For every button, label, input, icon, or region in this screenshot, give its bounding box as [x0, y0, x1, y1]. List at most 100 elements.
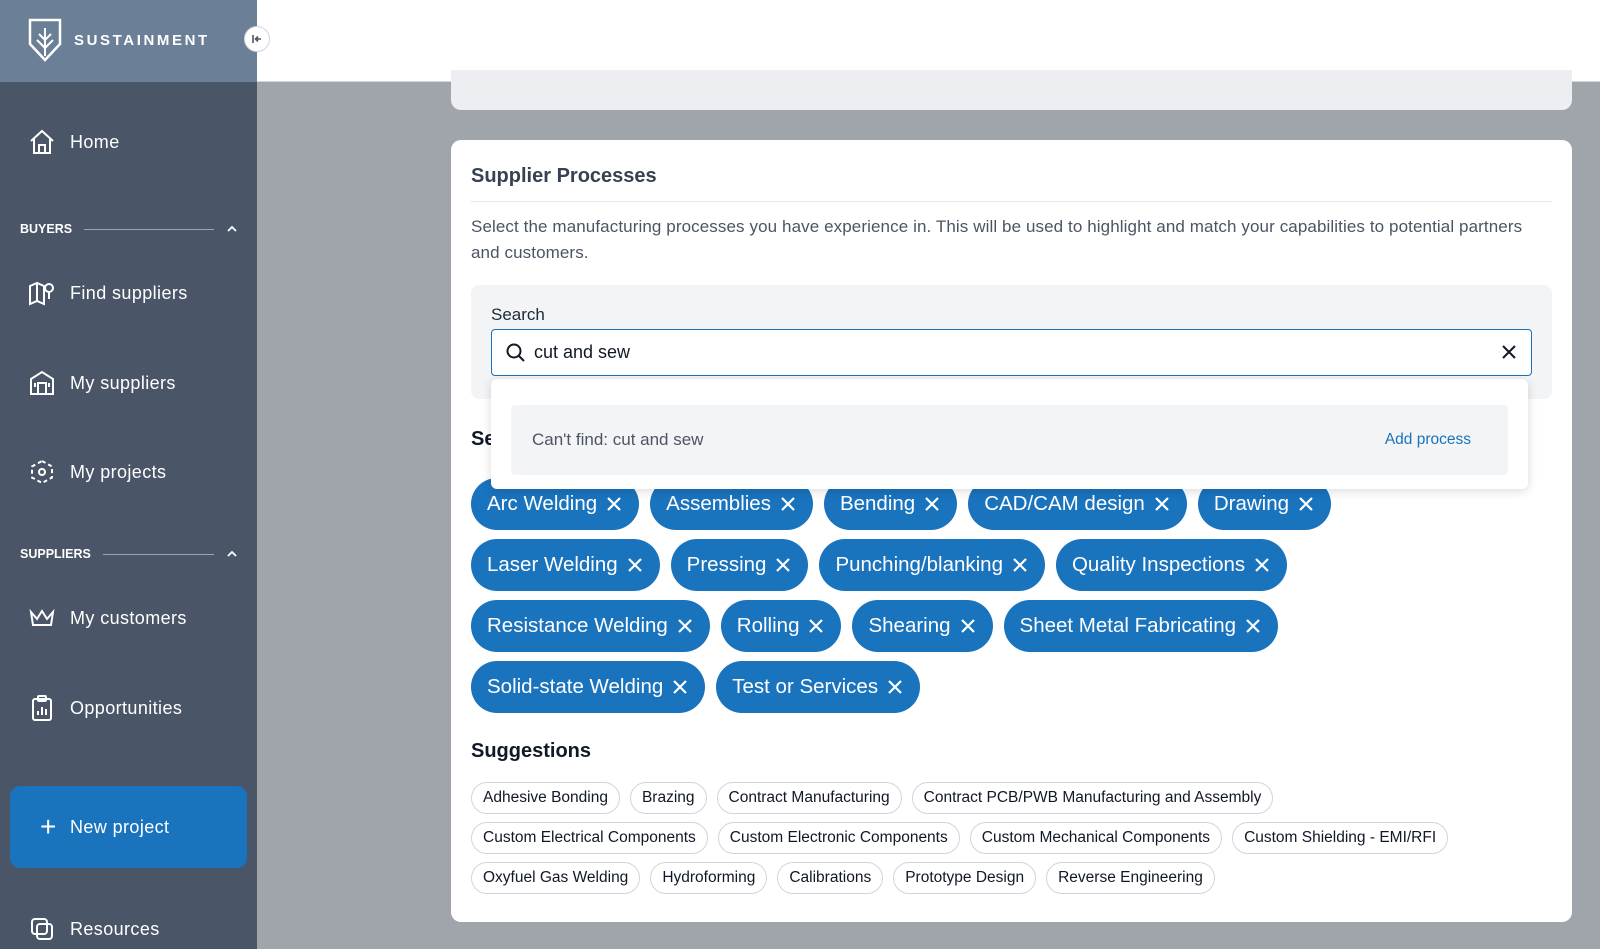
- remove-chip-icon[interactable]: [886, 678, 904, 696]
- chip-label: Bending: [839, 492, 916, 515]
- collapse-left-icon: [252, 35, 261, 43]
- divider: [84, 228, 214, 230]
- nav-resources-label: Resources: [70, 918, 160, 939]
- remove-chip-icon[interactable]: [1297, 495, 1315, 513]
- selected-process-chip: Test or Services: [716, 661, 921, 713]
- suggestion-chip[interactable]: Contract PCB/PWB Manufacturing and Assem…: [911, 782, 1274, 814]
- remove-chip-icon[interactable]: [807, 617, 825, 635]
- selected-process-chip: Resistance Welding: [471, 600, 710, 652]
- selected-chips: Arc Welding Assemblies Bending CAD/CAM desi…: [471, 478, 1551, 722]
- search-box[interactable]: [491, 329, 1532, 376]
- selected-process-chip: Pressing: [670, 539, 809, 591]
- selected-process-chip: Punching/blanking: [819, 539, 1045, 591]
- remove-chip-icon[interactable]: [1011, 556, 1029, 574]
- building-icon: [27, 368, 57, 398]
- suggestion-row: Custom Electrical Components Custom Elect…: [471, 822, 1551, 854]
- remove-chip-icon[interactable]: [671, 678, 689, 696]
- chip-label: Drawing: [1213, 492, 1290, 515]
- section-buyers-label: BUYERS: [20, 222, 73, 236]
- chip-label: Assemblies: [666, 492, 771, 515]
- remove-chip-icon[interactable]: [676, 617, 694, 635]
- section-suppliers-label: SUPPLIERS: [20, 547, 91, 561]
- suggestions-heading: Suggestions: [471, 740, 592, 762]
- chip-row: Laser Welding Pressing Punching/blanking Qu…: [471, 539, 1551, 591]
- suggestion-chip[interactable]: Custom Electronic Components: [717, 822, 960, 854]
- remove-chip-icon[interactable]: [923, 495, 941, 513]
- remove-chip-icon[interactable]: [1244, 617, 1262, 635]
- dropdown-row: Can't find: cut and sew Add process: [511, 405, 1508, 475]
- chip-label: Arc Welding: [487, 492, 598, 515]
- remove-chip-icon[interactable]: [605, 495, 623, 513]
- remove-chip-icon[interactable]: [1153, 495, 1171, 513]
- remove-chip-icon[interactable]: [774, 556, 792, 574]
- section-buyers[interactable]: BUYERS: [20, 219, 238, 239]
- brand-header: SUSTAINMENT: [0, 0, 257, 82]
- previous-card: [451, 70, 1572, 110]
- sidebar: SUSTAINMENT Home BUYERS Find suppliers M…: [0, 0, 257, 949]
- card-description: Select the manufacturing processes you h…: [471, 217, 1523, 262]
- chevron-up-icon: [227, 225, 237, 232]
- chip-row: Solid-state Welding Test or Services: [471, 661, 1551, 713]
- selected-process-chip: Laser Welding: [471, 539, 660, 591]
- selected-process-chip: Rolling: [720, 600, 842, 652]
- suggestion-row: Oxyfuel Gas Welding Hydroforming Calibrati…: [471, 862, 1551, 894]
- collapse-sidebar-button[interactable]: [244, 26, 270, 52]
- chip-label: Laser Welding: [487, 553, 618, 576]
- remove-chip-icon[interactable]: [1253, 556, 1271, 574]
- chip-label: CAD/CAM design: [984, 492, 1145, 515]
- remove-chip-icon[interactable]: [626, 556, 644, 574]
- remove-chip-icon[interactable]: [959, 617, 977, 635]
- brand-name: SUSTAINMENT: [74, 32, 210, 49]
- new-project-button[interactable]: + New project: [10, 786, 247, 868]
- divider: [102, 553, 214, 555]
- nav-my-projects[interactable]: My projects: [0, 447, 257, 497]
- suggestion-chip[interactable]: Custom Shielding - EMI/RFI: [1232, 822, 1449, 854]
- map-pin-icon: [27, 278, 57, 308]
- suggestion-row: Adhesive Bonding Brazing Contract Manufact…: [471, 782, 1551, 814]
- suggestion-chip[interactable]: Hydroforming: [650, 862, 768, 894]
- card-title: Supplier Processes: [471, 165, 657, 187]
- search-icon: [506, 343, 525, 362]
- close-icon[interactable]: [1499, 342, 1519, 362]
- chip-label: Rolling: [736, 614, 800, 637]
- new-project-label: New project: [70, 816, 170, 837]
- selected-process-chip: Quality Inspections: [1055, 539, 1288, 591]
- nav-my-suppliers-label: My suppliers: [70, 372, 176, 393]
- clipboard-chart-icon: [27, 693, 57, 723]
- selected-process-chip: Solid-state Welding: [471, 661, 706, 713]
- resources-icon: [27, 914, 57, 944]
- nav-find-suppliers[interactable]: Find suppliers: [0, 268, 257, 318]
- nav-opportunities[interactable]: Opportunities: [0, 683, 257, 733]
- suggestions-list: Adhesive Bonding Brazing Contract Manufact…: [471, 782, 1551, 902]
- chip-label: Shearing: [868, 614, 951, 637]
- nav-my-customers-label: My customers: [70, 607, 187, 628]
- nav-my-projects-label: My projects: [70, 461, 167, 482]
- nav-my-customers[interactable]: My customers: [0, 593, 257, 643]
- suggestion-chip[interactable]: Adhesive Bonding: [471, 782, 620, 814]
- selected-process-chip: Shearing: [852, 600, 993, 652]
- nav-find-suppliers-label: Find suppliers: [70, 282, 188, 303]
- suggestion-chip[interactable]: Calibrations: [777, 862, 884, 894]
- suggestion-chip[interactable]: Reverse Engineering: [1046, 862, 1215, 894]
- section-suppliers[interactable]: SUPPLIERS: [20, 544, 238, 564]
- nav-my-suppliers[interactable]: My suppliers: [0, 358, 257, 408]
- suggestion-chip[interactable]: Prototype Design: [893, 862, 1037, 894]
- chip-label: Quality Inspections: [1071, 553, 1246, 576]
- suggestion-chip[interactable]: Custom Mechanical Components: [969, 822, 1223, 854]
- search-input[interactable]: [534, 330, 1474, 374]
- chip-label: Pressing: [686, 553, 767, 576]
- chip-label: Resistance Welding: [487, 614, 668, 637]
- suggestion-chip[interactable]: Brazing: [629, 782, 707, 814]
- search-label: Search: [491, 305, 545, 324]
- nav-home[interactable]: Home: [0, 117, 257, 167]
- home-icon: [27, 127, 57, 157]
- remove-chip-icon[interactable]: [779, 495, 797, 513]
- suggestion-chip[interactable]: Contract Manufacturing: [716, 782, 902, 814]
- sustainment-logo-icon: [28, 18, 62, 62]
- chip-label: Test or Services: [732, 675, 879, 698]
- nav-resources[interactable]: Resources: [0, 904, 257, 949]
- suggestion-chip[interactable]: Oxyfuel Gas Welding: [471, 862, 641, 894]
- projects-icon: [27, 457, 57, 487]
- suggestion-chip[interactable]: Custom Electrical Components: [471, 822, 708, 854]
- add-process-link[interactable]: Add process: [1385, 431, 1471, 449]
